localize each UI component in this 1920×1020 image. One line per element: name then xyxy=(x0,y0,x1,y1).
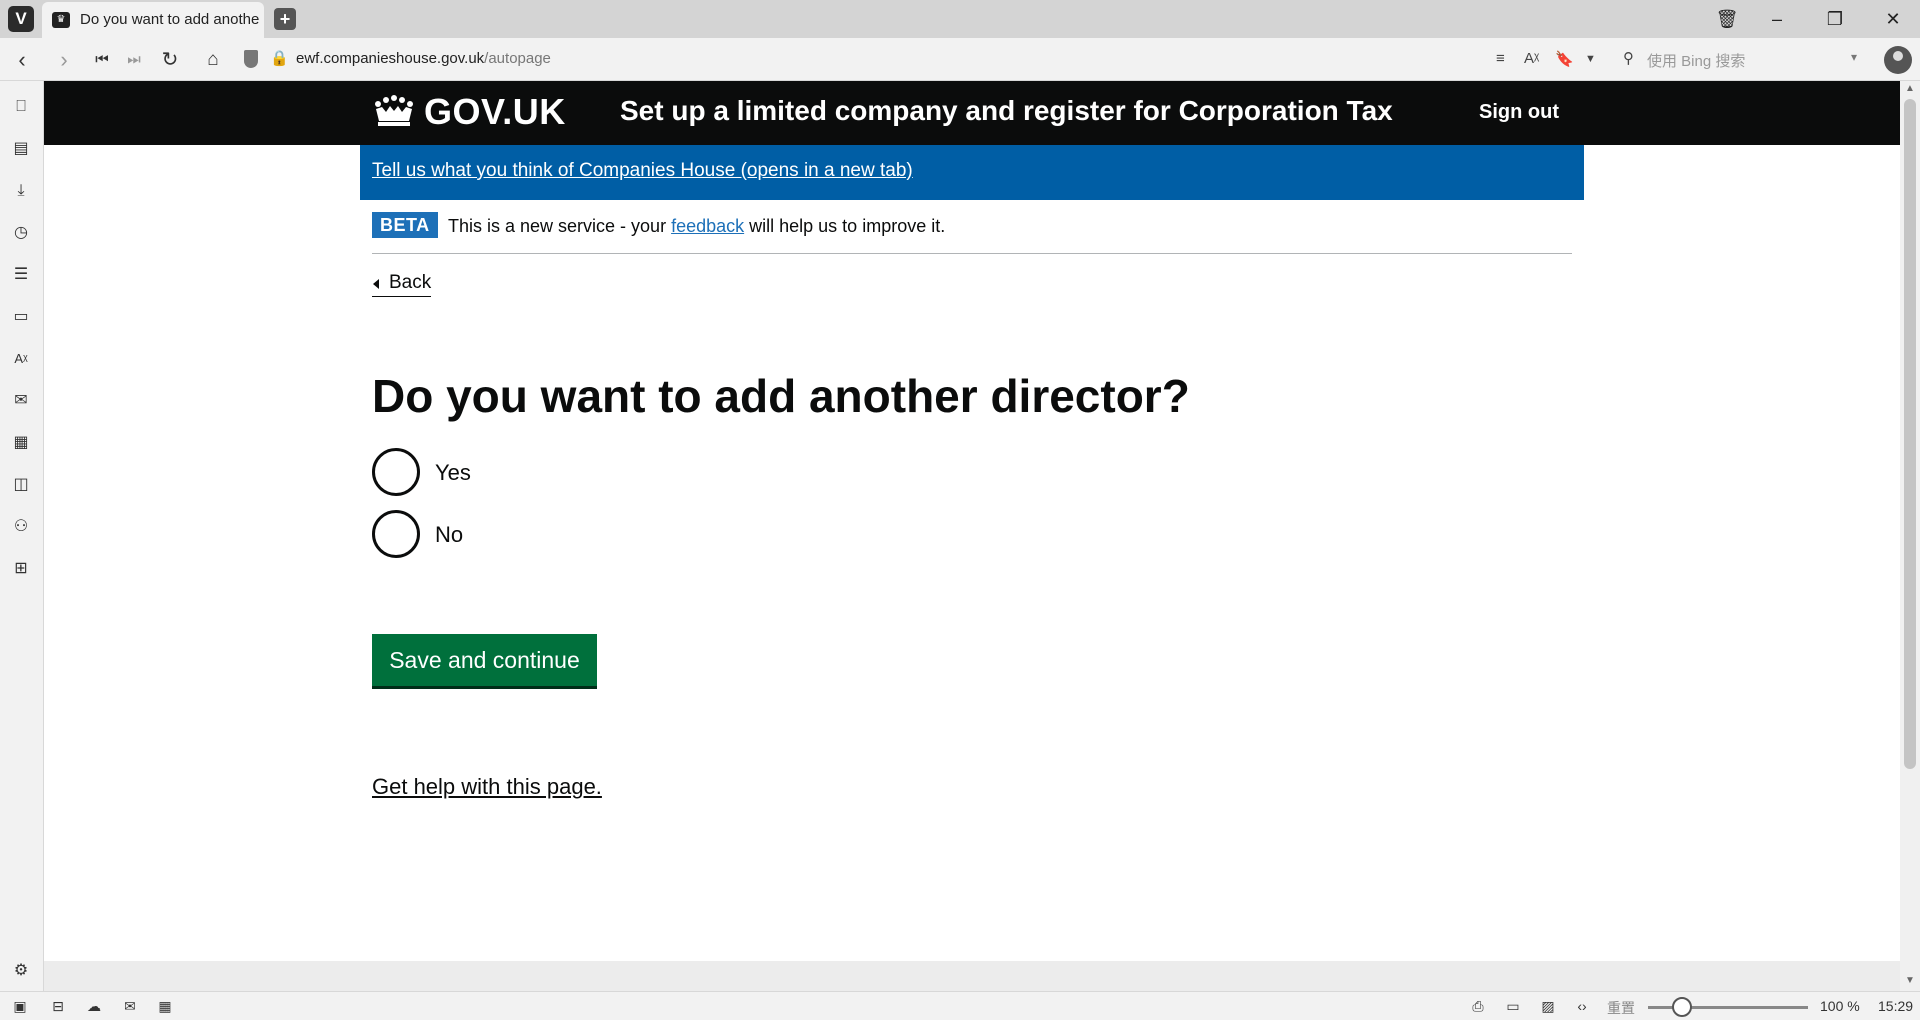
screenshot-camera-icon[interactable]: ⎙ xyxy=(1468,997,1488,1015)
history-icon[interactable]: ◷ xyxy=(11,223,31,243)
contacts-icon[interactable]: ⚇ xyxy=(11,517,31,537)
sign-out-link[interactable]: Sign out xyxy=(1479,101,1559,124)
search-icon: ⚲ xyxy=(1623,50,1634,67)
search-field[interactable]: ⚲ 使用 Bing 搜索 ▾ xyxy=(1615,44,1865,74)
forward-arrow-icon[interactable]: › xyxy=(50,46,78,74)
fast-forward-icon[interactable]: ⏭ xyxy=(120,46,148,74)
govuk-header: GOV.UK Set up a limited company and regi… xyxy=(44,81,1900,145)
page-bottom-strip xyxy=(44,961,1900,991)
reload-icon[interactable]: ↻ xyxy=(156,46,184,74)
browser-status-bar: ▣ ⊟ ☁ ✉ ▦ ⎙ ▭ ▨ ‹› 重置 100 % 15:29 xyxy=(0,991,1920,1020)
phase-banner: BETA This is a new service - your feedba… xyxy=(372,211,1572,254)
radio-no-input[interactable] xyxy=(372,510,420,558)
bookmarks-panel-icon[interactable]: ⎕ xyxy=(11,97,31,117)
phase-text-after: will help us to improve it. xyxy=(744,216,946,236)
translate-icon[interactable]: Aᵡ xyxy=(1524,50,1539,67)
vertical-scrollbar[interactable]: ▲ ▼ xyxy=(1900,81,1920,991)
crown-logo-icon xyxy=(375,95,413,126)
shield-icon[interactable] xyxy=(244,50,258,68)
add-web-panel-icon[interactable]: ⊞ xyxy=(11,559,31,579)
calendar-status-icon[interactable]: ▦ xyxy=(155,997,175,1015)
beta-tag: BETA xyxy=(372,212,438,238)
bookmark-icon[interactable]: 🔖 xyxy=(1555,50,1574,68)
radio-yes-input[interactable] xyxy=(372,448,420,496)
notes-icon[interactable]: ☰ xyxy=(11,265,31,285)
sync-cloud-icon[interactable]: ☁ xyxy=(84,997,104,1015)
tab-tiling-icon[interactable]: ⊟ xyxy=(48,997,68,1015)
trash-icon[interactable]: 🗑 xyxy=(1712,4,1742,34)
radio-yes-label[interactable]: Yes xyxy=(435,460,471,486)
radio-option-yes[interactable]: Yes xyxy=(372,448,672,496)
feeds-icon[interactable]: ◫ xyxy=(11,475,31,495)
panel-toggle-icon[interactable]: ▣ xyxy=(10,997,30,1015)
page-actions-code-icon[interactable]: ‹› xyxy=(1572,997,1592,1015)
back-arrow-icon[interactable]: ‹ xyxy=(8,46,36,74)
feedback-link[interactable]: feedback xyxy=(671,216,744,236)
feedback-survey-link[interactable]: Tell us what you think of Companies Hous… xyxy=(372,160,913,182)
tab-title: Do you want to add another director? xyxy=(80,11,260,28)
browser-tab-active[interactable]: ♛ Do you want to add another director? xyxy=(42,2,264,38)
downloads-icon[interactable]: ⤓ xyxy=(11,181,31,201)
chevron-down-icon[interactable]: ▼ xyxy=(1585,53,1596,65)
scroll-up-icon[interactable]: ▲ xyxy=(1905,83,1915,94)
address-toolbar: ‹ › ⏮ ⏭ ↻ ⌂ 🔒 ewf.companieshouse.gov.uk/… xyxy=(0,38,1920,81)
browser-tab-bar: V ♛ Do you want to add another director?… xyxy=(0,0,1920,38)
mail-status-icon[interactable]: ✉ xyxy=(120,997,140,1015)
translate-panel-icon[interactable]: Aᵡ xyxy=(11,349,31,369)
page-tiling-icon[interactable]: ▭ xyxy=(1503,997,1523,1015)
page-title: Do you want to add another director? xyxy=(372,370,1190,422)
get-help-link[interactable]: Get help with this page. xyxy=(372,774,602,800)
clock: 15:29 xyxy=(1878,998,1914,1014)
radio-no-label[interactable]: No xyxy=(435,522,463,548)
vivaldi-menu-icon[interactable]: V xyxy=(8,6,34,32)
close-window-button[interactable]: ✕ xyxy=(1878,4,1908,34)
govuk-logo-link[interactable]: GOV.UK xyxy=(424,91,566,133)
crown-favicon-icon: ♛ xyxy=(52,12,70,28)
mail-icon[interactable]: ✉ xyxy=(11,391,31,411)
url-field[interactable]: ewf.companieshouse.gov.uk/autopage xyxy=(296,50,551,67)
lock-icon[interactable]: 🔒 xyxy=(270,49,289,67)
restore-button[interactable]: ❐ xyxy=(1820,4,1850,34)
calendar-icon[interactable]: ▦ xyxy=(11,433,31,453)
scroll-down-icon[interactable]: ▼ xyxy=(1905,975,1915,986)
window-panel-icon[interactable]: ▭ xyxy=(11,307,31,327)
browser-side-panel: ⎕ ▤ ⤓ ◷ ☰ ▭ Aᵡ ✉ ▦ ◫ ⚇ ⊞ ⚙ xyxy=(0,81,44,991)
save-and-continue-button[interactable]: Save and continue xyxy=(372,634,597,686)
url-path: /autopage xyxy=(484,50,551,67)
reading-list-icon[interactable]: ▤ xyxy=(11,139,31,159)
minimize-button[interactable]: – xyxy=(1762,4,1792,34)
image-toggle-icon[interactable]: ▨ xyxy=(1538,997,1558,1015)
search-engine-dropdown-icon[interactable]: ▾ xyxy=(1851,50,1857,64)
zoom-reset-button[interactable]: 重置 xyxy=(1607,998,1635,1018)
profile-avatar-icon[interactable] xyxy=(1884,46,1912,74)
new-tab-button[interactable]: + xyxy=(274,8,296,30)
service-name[interactable]: Set up a limited company and register fo… xyxy=(620,95,1393,127)
zoom-level: 100 % xyxy=(1820,998,1860,1014)
home-icon[interactable]: ⌂ xyxy=(199,46,227,74)
search-placeholder: 使用 Bing 搜索 xyxy=(1647,53,1746,70)
phase-text-before: This is a new service - your xyxy=(448,216,672,236)
phase-text: This is a new service - your feedback wi… xyxy=(448,216,945,237)
radio-option-no[interactable]: No xyxy=(372,510,672,558)
scrollbar-thumb[interactable] xyxy=(1904,99,1916,769)
reader-view-icon[interactable]: ≡ xyxy=(1496,50,1505,67)
back-link[interactable]: Back xyxy=(372,272,432,297)
settings-gear-icon[interactable]: ⚙ xyxy=(11,961,31,981)
zoom-slider-knob[interactable] xyxy=(1672,997,1692,1017)
feedback-banner: Tell us what you think of Companies Hous… xyxy=(360,145,1584,200)
url-host: ewf.companieshouse.gov.uk xyxy=(296,50,485,67)
rewind-icon[interactable]: ⏮ xyxy=(88,46,116,74)
web-page: GOV.UK Set up a limited company and regi… xyxy=(44,81,1900,961)
